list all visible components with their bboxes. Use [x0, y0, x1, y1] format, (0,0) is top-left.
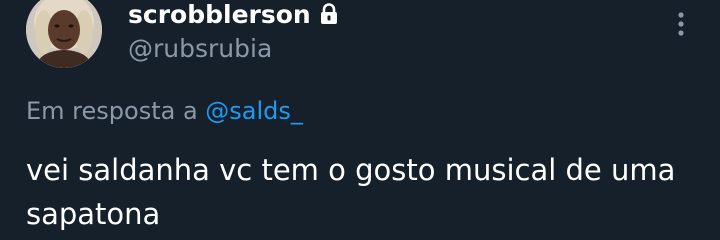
avatar[interactable]	[26, 0, 102, 68]
more-vertical-icon	[678, 12, 684, 36]
avatar-image	[26, 0, 102, 68]
lock-icon	[319, 3, 339, 25]
reply-context: Em resposta a @salds_	[26, 94, 303, 128]
more-options-button[interactable]	[666, 6, 696, 42]
reply-prefix: Em resposta a	[26, 97, 206, 125]
author-name-row: scrobblerson	[128, 0, 339, 30]
tweet: scrobblerson @rubsrubia Em resposta a @s…	[0, 0, 720, 240]
reply-mention-link[interactable]: @salds_	[205, 97, 303, 125]
tweet-text: vei saldanha vc tem o gosto musical de u…	[26, 153, 676, 231]
author-handle[interactable]: @rubsrubia	[128, 32, 272, 66]
display-name[interactable]: scrobblerson	[128, 0, 311, 30]
